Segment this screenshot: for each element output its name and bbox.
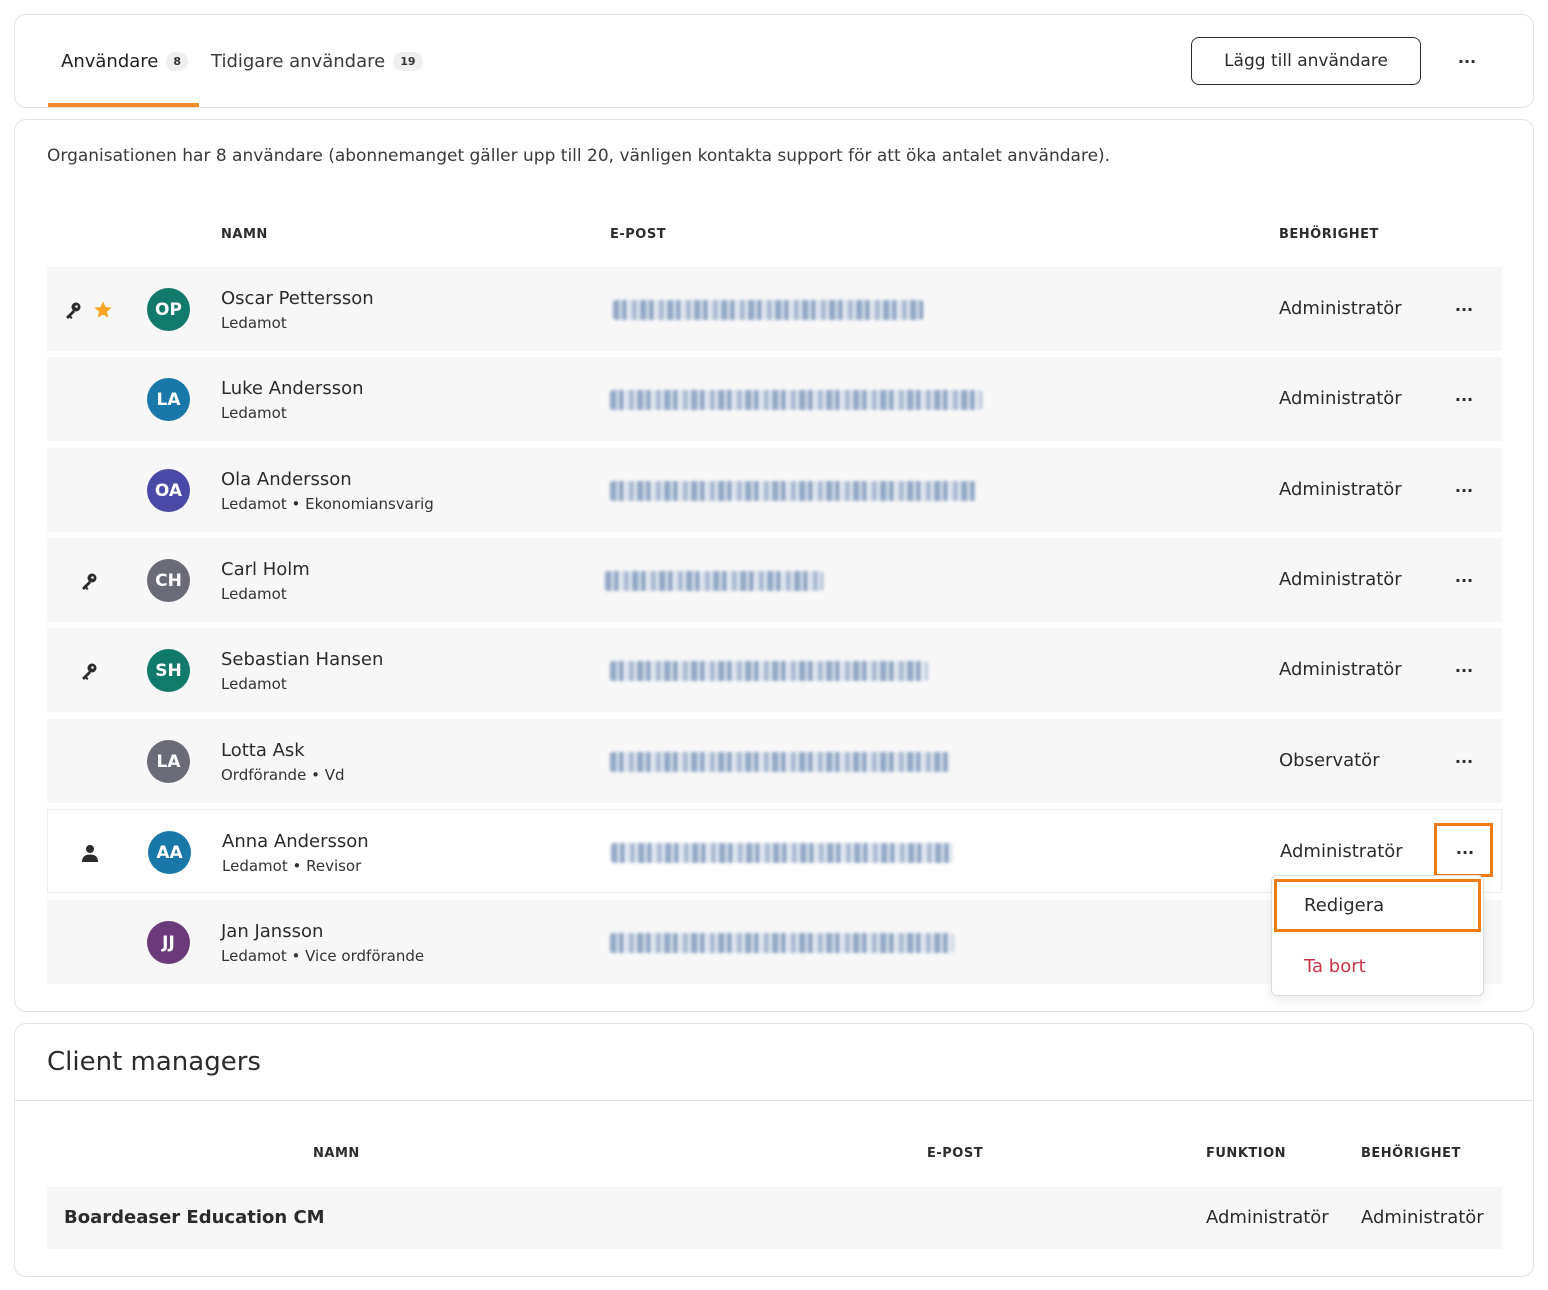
user-permission: Administratör: [1279, 569, 1402, 590]
user-row[interactable]: LA Lotta Ask Ordförande • Vd Observatör …: [47, 719, 1502, 803]
avatar: CH: [147, 559, 190, 602]
client-manager-name: Boardeaser Education CM: [64, 1207, 325, 1228]
row-more-button[interactable]: ···: [1449, 387, 1479, 411]
column-header-permission: BEHÖRIGHET: [1279, 227, 1379, 242]
email-redacted: [605, 571, 823, 591]
user-name: Lotta Ask: [221, 740, 305, 761]
tab-former-users[interactable]: Tidigare användare 19: [211, 51, 423, 72]
add-user-button[interactable]: Lägg till användare: [1191, 37, 1421, 85]
user-role: Ledamot • Vice ordförande: [221, 947, 425, 965]
email-redacted: [611, 843, 953, 863]
menu-item-delete[interactable]: Ta bort: [1304, 956, 1366, 977]
email-redacted: [610, 933, 954, 953]
avatar: LA: [147, 740, 190, 783]
user-role: Ledamot • Revisor: [222, 857, 362, 875]
cm-column-header-name: NAMN: [313, 1146, 360, 1161]
email-redacted: [613, 300, 923, 320]
divider: [15, 1100, 1533, 1101]
user-name: Luke Andersson: [221, 378, 364, 399]
user-row[interactable]: OA Ola Andersson Ledamot • Ekonomiansvar…: [47, 448, 1502, 532]
tab-users-label: Användare: [61, 51, 159, 72]
user-name: Sebastian Hansen: [221, 649, 384, 670]
cm-column-header-email: E-POST: [927, 1146, 984, 1161]
user-role: Ledamot: [221, 585, 287, 603]
row-more-button[interactable]: ···: [1449, 478, 1479, 502]
client-managers-panel: Client managers NAMN E-POST FUNKTION BEH…: [14, 1023, 1534, 1277]
avatar: AA: [148, 831, 191, 874]
user-permission: Administratör: [1279, 479, 1402, 500]
avatar: OP: [147, 288, 190, 331]
tabs-card: Användare 8 Tidigare användare 19 Lägg t…: [14, 14, 1534, 108]
person-icon: [80, 843, 100, 863]
row-more-button[interactable]: ···: [1449, 297, 1479, 321]
cm-column-header-permission: BEHÖRIGHET: [1361, 1146, 1461, 1161]
avatar: JJ: [147, 921, 190, 964]
user-permission: Observatör: [1279, 750, 1380, 771]
avatar: OA: [147, 469, 190, 512]
client-manager-function: Administratör: [1206, 1207, 1329, 1228]
star-icon: [93, 300, 113, 320]
user-role: Ledamot • Ekonomiansvarig: [221, 495, 434, 513]
user-role: Ordförande • Vd: [221, 766, 345, 784]
edit-item-highlight: [1274, 879, 1481, 932]
user-permission: Administratör: [1280, 841, 1403, 862]
more-button-highlight: [1434, 823, 1493, 877]
client-manager-permission: Administratör: [1361, 1207, 1484, 1228]
user-name: Oscar Pettersson: [221, 288, 374, 309]
user-row[interactable]: LA Luke Andersson Ledamot Administratör …: [47, 357, 1502, 441]
user-name: Carl Holm: [221, 559, 310, 580]
user-permission: Administratör: [1279, 659, 1402, 680]
tab-former-users-count: 19: [393, 52, 423, 71]
user-role: Ledamot: [221, 675, 287, 693]
cm-column-header-function: FUNKTION: [1206, 1146, 1287, 1161]
avatar: LA: [147, 378, 190, 421]
user-name: Ola Andersson: [221, 469, 352, 490]
avatar: SH: [147, 649, 190, 692]
column-header-email: E-POST: [610, 227, 667, 242]
client-managers-title: Client managers: [47, 1047, 261, 1077]
users-info-text: Organisationen har 8 användare (abonnema…: [47, 146, 1111, 166]
key-icon: [63, 300, 83, 320]
row-more-button[interactable]: ···: [1449, 749, 1479, 773]
email-redacted: [610, 390, 982, 410]
email-redacted: [610, 481, 976, 501]
user-permission: Administratör: [1279, 298, 1402, 319]
user-row[interactable]: CH Carl Holm Ledamot Administratör ···: [47, 538, 1502, 622]
user-row[interactable]: SH Sebastian Hansen Ledamot Administratö…: [47, 628, 1502, 712]
key-icon: [79, 661, 99, 681]
more-options-button[interactable]: ···: [1451, 49, 1483, 73]
key-icon: [79, 571, 99, 591]
user-role: Ledamot: [221, 314, 287, 332]
user-name: Anna Andersson: [222, 831, 369, 852]
tab-former-users-label: Tidigare användare: [211, 51, 386, 72]
active-tab-indicator: [48, 103, 199, 107]
tab-users[interactable]: Användare 8: [61, 51, 189, 72]
email-redacted: [610, 752, 950, 772]
user-role: Ledamot: [221, 404, 287, 422]
tab-users-count: 8: [166, 52, 189, 71]
row-more-button[interactable]: ···: [1449, 658, 1479, 682]
row-more-button[interactable]: ···: [1449, 568, 1479, 592]
email-redacted: [610, 661, 928, 681]
client-manager-row[interactable]: Boardeaser Education CM Administratör Ad…: [47, 1187, 1502, 1249]
column-header-name: NAMN: [221, 227, 268, 242]
user-name: Jan Jansson: [221, 921, 324, 942]
user-row[interactable]: OP Oscar Pettersson Ledamot Administratö…: [47, 267, 1502, 351]
user-permission: Administratör: [1279, 388, 1402, 409]
